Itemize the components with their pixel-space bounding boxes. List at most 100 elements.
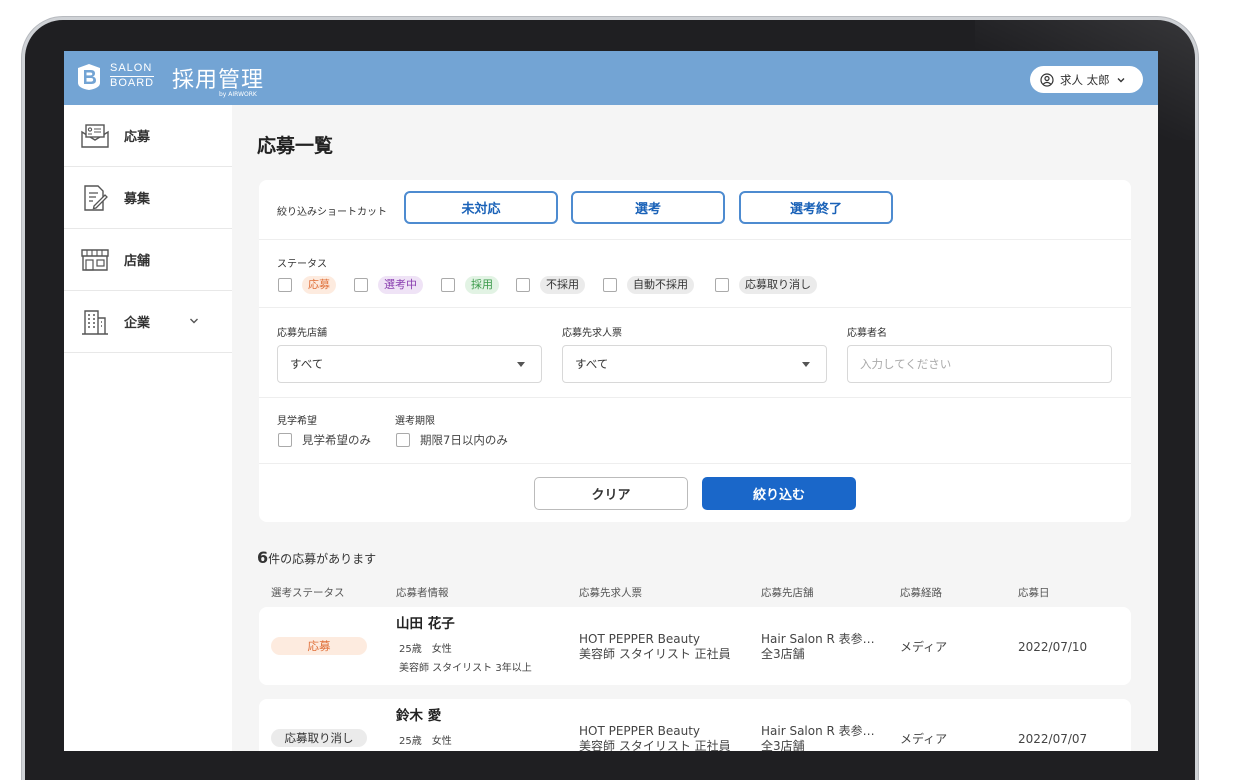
chevron-down-icon: [1117, 77, 1125, 82]
store-select-label: 応募先店舗: [277, 328, 327, 339]
store-select-value: すべて: [290, 357, 324, 371]
checkbox[interactable]: [516, 278, 530, 292]
application-date: 2022/07/07: [1018, 732, 1088, 746]
main-content: 応募一覧 絞り込みショートカット 未対応 選考 選考終了 ステータス 応募 選考…: [232, 105, 1158, 751]
status-tag: 応募取り消し: [739, 276, 817, 294]
sidebar: 応募 募集 店舗 企業: [64, 105, 232, 751]
sidebar-item-recruitment[interactable]: 募集: [64, 167, 232, 229]
store-name: Hair Salon R 表参…: [761, 724, 875, 738]
user-menu-button[interactable]: 求人 太郎: [1030, 66, 1143, 93]
status-label: ステータス: [277, 259, 327, 270]
sidebar-item-label: 店舗: [124, 254, 151, 269]
page-title: 応募一覧: [257, 135, 334, 157]
shortcut-screening-button[interactable]: 選考: [571, 191, 725, 224]
status-option-hired[interactable]: 採用: [441, 276, 499, 294]
job-select-value: すべて: [575, 357, 609, 371]
chevron-down-icon[interactable]: [188, 315, 200, 327]
visit-only-checkbox[interactable]: 見学希望のみ: [278, 432, 371, 448]
shortcut-unhandled-button[interactable]: 未対応: [404, 191, 558, 224]
period-label: 選考期限: [395, 416, 435, 427]
select-filter-row: 応募先店舗 すべて 応募先求人票 すべて 応募者名 入力してください: [259, 308, 1131, 398]
store-count: 全3店舗: [761, 647, 805, 661]
column-header: 応募経路: [900, 587, 942, 599]
user-name: 求人 太郎: [1060, 72, 1110, 87]
clear-button[interactable]: クリア: [534, 477, 688, 510]
logo-board-text: BOARD: [110, 76, 155, 89]
checkbox[interactable]: [278, 278, 292, 292]
salon-board-logo-icon: [78, 64, 100, 90]
store-icon: [81, 248, 109, 271]
status-tag: 採用: [465, 276, 499, 294]
checkbox[interactable]: [354, 278, 368, 292]
table-row[interactable]: 応募 山田 花子 25歳 女性 美容師 スタイリスト 3年以上 HOT PEPP…: [259, 607, 1131, 685]
app-header: SALON BOARD 採用管理 by AIRWORK 求人 太郎: [64, 51, 1158, 105]
checkbox[interactable]: [603, 278, 617, 292]
application-route: メディア: [900, 732, 948, 746]
apply-filter-button[interactable]: 絞り込む: [702, 477, 856, 510]
caret-down-icon: [517, 362, 525, 367]
status-option-cancelled[interactable]: 応募取り消し: [715, 276, 817, 294]
sidebar-item-company[interactable]: 企業: [64, 291, 232, 353]
status-tag: 選考中: [378, 276, 423, 294]
job-posting-detail: 美容師 スタイリスト 正社員: [579, 647, 731, 661]
app-title: 採用管理: [172, 68, 265, 93]
status-option-auto-rejected[interactable]: 自動不採用: [603, 276, 694, 294]
applicant-name: 山田 花子: [396, 616, 455, 632]
column-header: 応募先店舗: [761, 587, 814, 599]
period-checkbox[interactable]: 期限7日以内のみ: [396, 432, 508, 448]
period-option-label: 期限7日以内のみ: [420, 433, 508, 447]
sidebar-item-label: 募集: [124, 192, 151, 207]
result-count-text: 件の応募があります: [268, 552, 377, 566]
user-icon: [1040, 72, 1054, 87]
shortcut-finished-button[interactable]: 選考終了: [739, 191, 893, 224]
application-date: 2022/07/10: [1018, 640, 1088, 654]
applicant-name-input[interactable]: 入力してください: [847, 345, 1112, 383]
job-select[interactable]: すべて: [562, 345, 827, 383]
filter-panel: 絞り込みショートカット 未対応 選考 選考終了 ステータス 応募 選考中 採用 …: [259, 180, 1131, 522]
sidebar-item-applications[interactable]: 応募: [64, 105, 232, 167]
table-header: 選考ステータス 応募者情報 応募先求人票 応募先店舗 応募経路 応募日: [232, 583, 1158, 605]
application-route: メディア: [900, 640, 948, 654]
sidebar-item-label: 応募: [124, 130, 151, 145]
store-select[interactable]: すべて: [277, 345, 542, 383]
sidebar-item-label: 企業: [124, 316, 151, 331]
sidebar-item-stores[interactable]: 店舗: [64, 229, 232, 291]
status-option-applied[interactable]: 応募: [278, 276, 336, 294]
status-filter-row: ステータス 応募 選考中 採用 不採用 自動不採用 応募取り消し: [259, 240, 1131, 308]
option-filter-row: 見学希望 見学希望のみ 選考期限 期限7日以内のみ: [259, 398, 1131, 464]
status-tag: 不採用: [540, 276, 585, 294]
status-option-screening[interactable]: 選考中: [354, 276, 423, 294]
status-option-rejected[interactable]: 不採用: [516, 276, 585, 294]
visit-only-label: 見学希望のみ: [302, 433, 371, 447]
shortcut-label: 絞り込みショートカット: [277, 207, 387, 218]
status-badge: 応募取り消し: [271, 729, 367, 747]
table-row[interactable]: 応募取り消し 鈴木 愛 25歳 女性 HOT PEPPER Beauty 美容師…: [259, 699, 1131, 751]
result-count-number: 6: [257, 548, 269, 567]
job-posting-name: HOT PEPPER Beauty: [579, 632, 701, 646]
job-posting-detail: 美容師 スタイリスト 正社員: [579, 739, 731, 751]
app-by-text: by AIRWORK: [219, 91, 257, 98]
checkbox[interactable]: [441, 278, 455, 292]
checkbox[interactable]: [278, 433, 292, 447]
caret-down-icon: [802, 362, 810, 367]
job-posting-name: HOT PEPPER Beauty: [579, 724, 701, 738]
checkbox[interactable]: [715, 278, 729, 292]
applicant-age-gender: 25歳 女性: [399, 736, 452, 747]
applicant-name-label: 応募者名: [847, 328, 887, 339]
visit-label: 見学希望: [277, 416, 317, 427]
applicant-name: 鈴木 愛: [396, 708, 442, 724]
application-mail-icon: [81, 123, 109, 148]
store-name: Hair Salon R 表参…: [761, 632, 875, 646]
result-count: 6件の応募があります: [257, 548, 376, 567]
applicant-detail: 美容師 スタイリスト 3年以上: [399, 663, 532, 674]
job-select-label: 応募先求人票: [562, 328, 622, 339]
column-header: 選考ステータス: [271, 587, 345, 599]
column-header: 応募先求人票: [579, 587, 642, 599]
status-tag: 応募: [302, 276, 336, 294]
logo-salon-text: SALON: [110, 62, 153, 74]
app-screen: SALON BOARD 採用管理 by AIRWORK 求人 太郎 応募 募集 …: [64, 51, 1158, 751]
status-tag: 自動不採用: [627, 276, 694, 294]
document-edit-icon: [84, 184, 108, 211]
checkbox[interactable]: [396, 433, 410, 447]
status-badge: 応募: [271, 637, 367, 655]
